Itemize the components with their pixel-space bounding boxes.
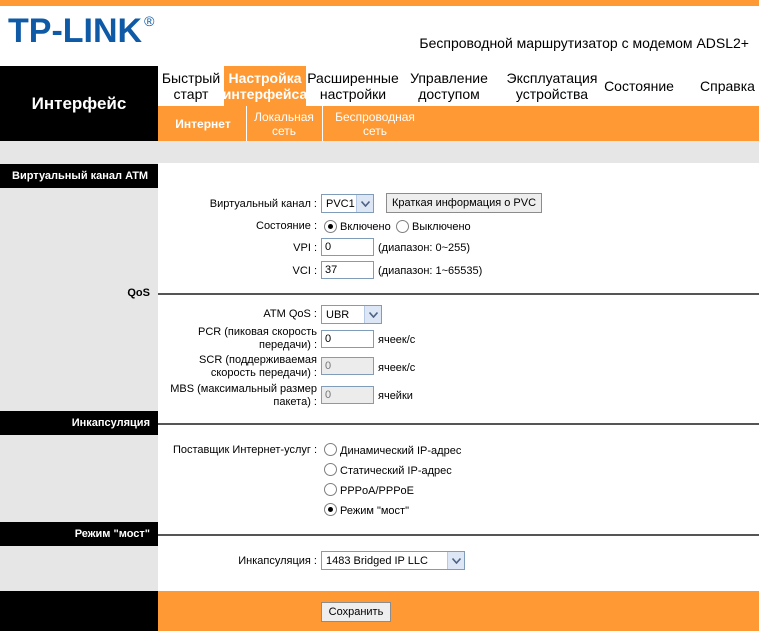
vc-label: Виртуальный канал : [209, 198, 317, 210]
pcr-input[interactable] [321, 330, 374, 348]
isp-pppoe-radio[interactable] [324, 483, 337, 496]
menu-label: Управление [410, 70, 488, 86]
vpi-input[interactable] [321, 238, 374, 256]
submenu-label: Беспроводная [335, 109, 415, 124]
section-qos-header: QoS [127, 287, 150, 299]
header-spacer [0, 141, 759, 163]
vc-select[interactable]: PVC1 [321, 194, 374, 213]
divider-line [158, 293, 759, 295]
isp-label: Поставщик Интернет-услуг : [172, 444, 317, 456]
logo-registered-mark: ® [144, 13, 155, 29]
top-accent-bar [0, 0, 759, 6]
menu-help[interactable]: Справка [696, 66, 759, 106]
menu-label: Быстрый [161, 70, 221, 86]
tp-link-logo: TP-LINK ® [8, 14, 154, 48]
atm-qos-select[interactable]: UBR [321, 305, 382, 324]
menu-label: старт [173, 86, 209, 102]
status-label: Состояние : [256, 220, 317, 232]
scr-unit: ячеек/с [378, 362, 416, 374]
section-atm-header: Виртуальный канал ATM [0, 164, 158, 188]
section-bridge-header: Режим "мост" [0, 522, 158, 546]
scr-label-line: SCR (поддерживаемая [199, 354, 317, 366]
menu-interface-setup[interactable]: Настройка интерфейса [222, 66, 308, 106]
submenu-internet[interactable]: Интернет [168, 106, 238, 141]
mbs-unit: ячейки [378, 390, 413, 402]
nav-section-title-box: Интерфейс [0, 66, 158, 141]
submenu-divider [246, 106, 247, 141]
submenu-label: Локальная [254, 109, 314, 124]
main-menu: Быстрый старт Настройка интерфейса Расшире… [158, 66, 759, 106]
menu-label: настройки [319, 86, 387, 102]
menu-label: Состояние [604, 78, 674, 94]
pvc-info-button[interactable]: Краткая информация о PVC [386, 193, 542, 213]
vpi-range: (диапазон: 0~255) [378, 242, 471, 254]
bridge-encap-select-value: 1483 Bridged IP LLC [326, 554, 428, 567]
status-on-label: Включено [340, 221, 391, 233]
bridge-encap-label: Инкапсуляция : [238, 555, 317, 567]
menu-label: Справка [700, 78, 755, 94]
chevron-down-icon [447, 552, 464, 569]
menu-advanced-setup[interactable]: Расширенные настройки [306, 66, 400, 106]
isp-bridge-radio[interactable] [324, 503, 337, 516]
product-title: Беспроводной маршрутизатор с модемом ADS… [419, 35, 749, 51]
scr-label-line: скорость передачи) : [210, 367, 317, 379]
atm-qos-select-value: UBR [326, 308, 350, 321]
menu-label: Расширенные [307, 70, 399, 86]
footer-bar [158, 591, 759, 631]
menu-access-management[interactable]: Управление доступом [402, 66, 496, 106]
footer-left [0, 591, 158, 631]
submenu-label: сеть [362, 123, 387, 138]
mbs-input [321, 386, 374, 404]
pcr-label: PCR (пиковая скорость передачи) : [160, 326, 317, 352]
vci-range: (диапазон: 1~65535) [378, 265, 483, 277]
submenu-divider [322, 106, 323, 141]
mbs-label-line: MBS (максимальный размер [170, 383, 317, 395]
chevron-down-icon [364, 306, 381, 323]
vpi-label: VPI : [293, 242, 317, 254]
submenu-wireless[interactable]: Беспроводная сеть [326, 106, 424, 141]
pcr-unit: ячеек/с [378, 334, 416, 346]
bridge-encap-select[interactable]: 1483 Bridged IP LLC [321, 551, 465, 570]
vci-label: VCI : [292, 265, 317, 277]
menu-label: устройства [515, 86, 589, 102]
isp-option-label: PPPoA/PPPoE [340, 485, 414, 497]
menu-maintenance[interactable]: Эксплуатация устройства [502, 66, 602, 106]
pcr-label-line: передачи) : [258, 339, 317, 351]
divider-line [158, 423, 759, 425]
sub-menu: Интернет Локальная сеть Беспроводная сеть [158, 106, 759, 141]
isp-option-label: Режим "мост" [340, 505, 409, 517]
status-off-label: Выключено [412, 221, 471, 233]
menu-label: интерфейса [222, 86, 308, 102]
vc-select-value: PVC1 [326, 197, 355, 210]
submenu-label: Интернет [175, 116, 231, 131]
mbs-label: MBS (максимальный размер пакета) : [160, 383, 317, 409]
section-encap-header: Инкапсуляция [0, 411, 158, 435]
mbs-label-line: пакета) : [273, 396, 317, 408]
nav-section-title: Интерфейс [31, 93, 127, 113]
isp-dynamic-ip-radio[interactable] [324, 443, 337, 456]
menu-label: доступом [418, 86, 480, 102]
save-button[interactable]: Сохранить [321, 602, 391, 622]
isp-option-label: Статический IP-адрес [340, 465, 452, 477]
chevron-down-icon [356, 195, 373, 212]
logo-text: TP-LINK [8, 12, 143, 50]
scr-label: SCR (поддерживаемая скорость передачи) : [160, 354, 317, 380]
vci-input[interactable] [321, 261, 374, 279]
scr-input [321, 357, 374, 375]
isp-static-ip-radio[interactable] [324, 463, 337, 476]
status-off-radio[interactable] [396, 220, 409, 233]
submenu-label: сеть [271, 123, 296, 138]
menu-label: Настройка [228, 70, 302, 86]
menu-label: Эксплуатация [506, 70, 598, 86]
submenu-lan[interactable]: Локальная сеть [248, 106, 320, 141]
pcr-label-line: PCR (пиковая скорость [197, 326, 317, 338]
atm-qos-label: ATM QoS : [263, 308, 317, 320]
isp-option-label: Динамический IP-адрес [340, 445, 462, 457]
menu-status[interactable]: Состояние [602, 66, 676, 106]
status-on-radio[interactable] [324, 220, 337, 233]
divider-line [158, 534, 759, 536]
menu-quick-start[interactable]: Быстрый старт [158, 66, 224, 106]
